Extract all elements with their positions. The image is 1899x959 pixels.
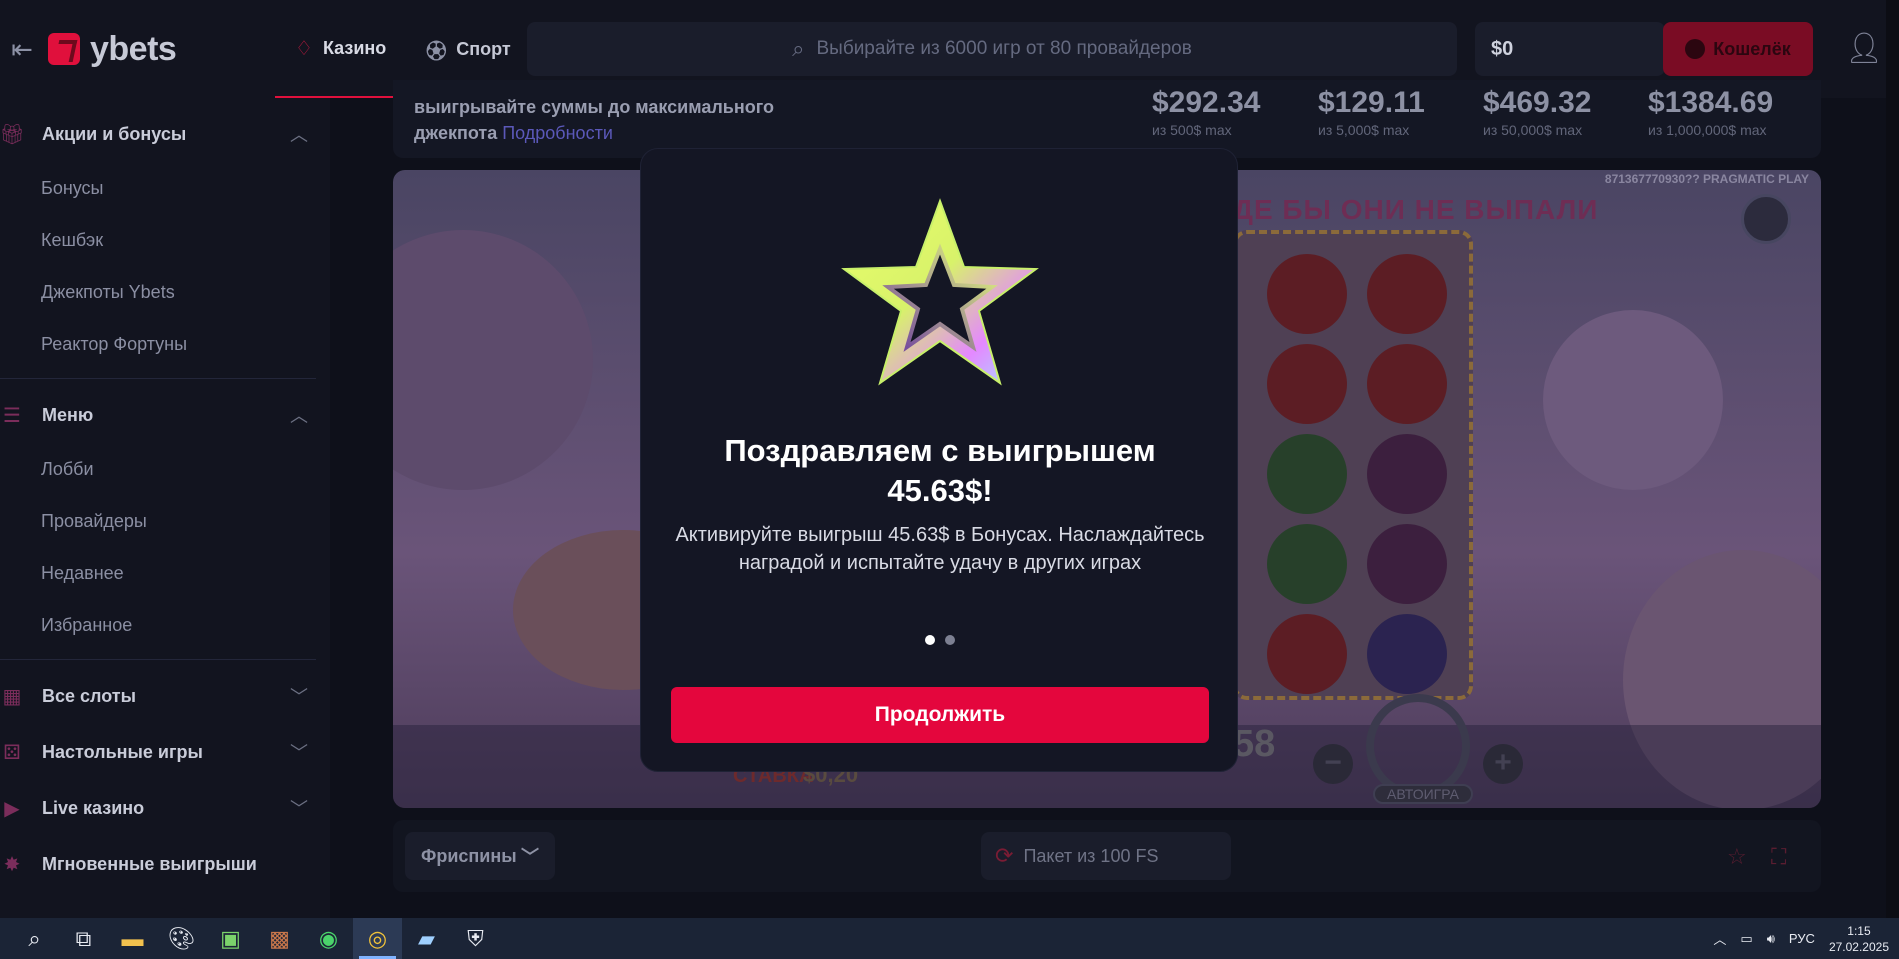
notes-app-icon[interactable]: ▰ xyxy=(402,918,451,959)
language-indicator[interactable]: РУС xyxy=(1789,931,1815,946)
start-button[interactable] xyxy=(0,918,10,959)
chrome-icon[interactable]: ◎ xyxy=(353,918,402,959)
continue-button[interactable]: Продолжить xyxy=(671,687,1209,743)
search-icon[interactable]: ⌕ xyxy=(10,918,59,959)
carousel-dots xyxy=(641,635,1239,645)
carousel-dot[interactable] xyxy=(945,635,955,645)
notepad-icon[interactable]: ▣ xyxy=(206,918,255,959)
modal-title: Поздравляем с выигрышем 45.63$! xyxy=(724,433,1156,508)
network-icon[interactable]: ▭ xyxy=(1740,931,1752,947)
modal-description: Активируйте выигрыш 45.63$ в Бонусах. На… xyxy=(675,524,1205,574)
chevron-up-icon[interactable]: ︿ xyxy=(1713,929,1726,948)
clock-date: 27.02.2025 xyxy=(1828,939,1889,954)
volume-icon[interactable]: 🔊︎ xyxy=(1767,931,1775,947)
windows-taskbar: ⌕ ⧉ ▬ 🎨︎ ▣ ▩ ◉ ◎ ▰ ⛨ ︿ ▭ 🔊︎ РУС 1:15 27.… xyxy=(0,918,1899,959)
system-tray: ︿ ▭ 🔊︎ РУС 1:15 27.02.2025 xyxy=(1713,918,1899,959)
app-window: ⇤ ybets 🎁︎ Акции и бонусы ︿ Бонусы Кешбэ… xyxy=(0,0,1899,918)
clock-time: 1:15 xyxy=(1847,923,1871,938)
win-modal: Поздравляем с выигрышем 45.63$! Активиру… xyxy=(640,148,1238,772)
task-view-icon[interactable]: ⧉ xyxy=(59,918,108,959)
whatsapp-icon[interactable]: ◉ xyxy=(304,918,353,959)
clock[interactable]: 1:15 27.02.2025 xyxy=(1829,923,1889,955)
star-icon xyxy=(840,197,1040,393)
app-thumbnail-icon[interactable]: ▩ xyxy=(255,918,304,959)
file-explorer-icon[interactable]: ▬ xyxy=(108,918,157,959)
paint-icon[interactable]: 🎨︎ xyxy=(157,918,206,959)
carousel-dot-active[interactable] xyxy=(925,635,935,645)
game-launcher-icon[interactable]: ⛨ xyxy=(451,918,500,959)
